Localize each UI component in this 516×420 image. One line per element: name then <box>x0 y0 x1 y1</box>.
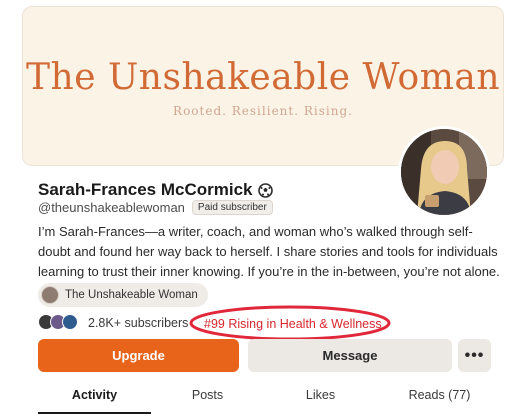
handle-row: @theunshakeablewoman Paid subscriber <box>38 200 273 215</box>
subscriber-count[interactable]: 2.8K+ subscribers <box>88 316 188 330</box>
message-button[interactable]: Message <box>248 339 452 372</box>
publication-thumbnail <box>41 286 59 304</box>
profile-tabs: Activity Posts Likes Reads (77) <box>38 382 502 414</box>
paid-subscriber-badge: Paid subscriber <box>191 200 273 215</box>
banner-title: The Unshakeable Woman <box>26 57 500 98</box>
name-row: Sarah-Frances McCormick <box>38 180 274 200</box>
publication-name: The Unshakeable Woman <box>65 289 198 301</box>
tab-likes[interactable]: Likes <box>264 382 377 414</box>
avatar-photo <box>401 129 487 215</box>
avatar[interactable] <box>398 126 490 218</box>
tab-posts[interactable]: Posts <box>151 382 264 414</box>
red-highlight-circle <box>189 305 391 341</box>
stats-row: 2.8K+ subscribers <box>38 312 188 334</box>
more-horizontal-icon: ••• <box>464 346 485 364</box>
tab-reads[interactable]: Reads (77) <box>377 382 502 414</box>
profile-handle: @theunshakeablewoman <box>38 200 185 215</box>
publication-link[interactable]: The Unshakeable Woman <box>38 283 208 307</box>
subscriber-avatar <box>62 314 78 330</box>
tab-activity[interactable]: Activity <box>38 382 151 414</box>
subscriber-avatars[interactable] <box>38 314 80 332</box>
upgrade-button[interactable]: Upgrade <box>38 339 239 372</box>
banner-tagline: Rooted. Resilient. Rising. <box>173 104 353 118</box>
profile-name[interactable]: Sarah-Frances McCormick <box>38 180 252 200</box>
soccer-ball-badge-icon <box>258 182 274 198</box>
profile-bio: I’m Sarah-Frances—a writer, coach, and w… <box>38 224 500 279</box>
more-options-button[interactable]: ••• <box>458 339 491 372</box>
